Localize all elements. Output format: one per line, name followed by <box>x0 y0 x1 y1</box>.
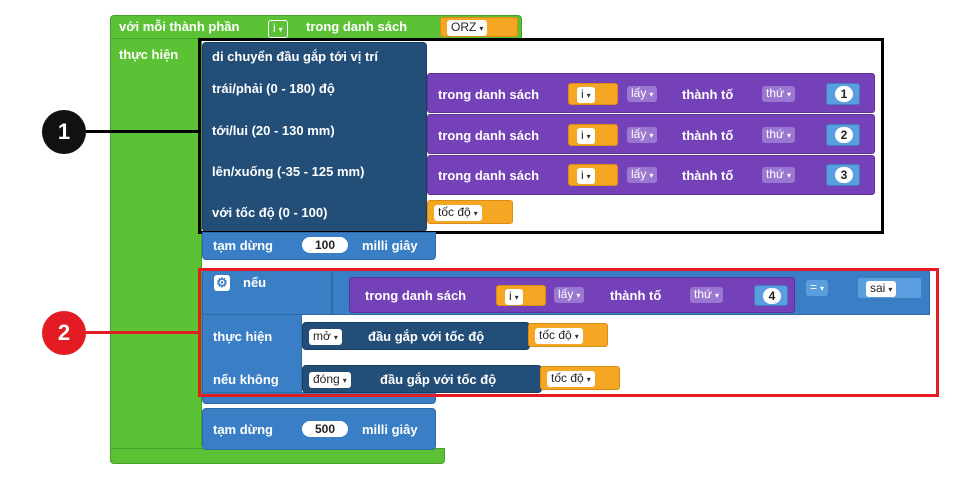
foreach-label: với mỗi thành phần <box>119 19 240 34</box>
pause1-label: tạm dừng <box>213 238 273 253</box>
pause1-unit: milli giây <box>362 238 418 253</box>
pause2-value[interactable]: 500 <box>302 421 348 437</box>
foreach-in-list-label: trong danh sách <box>306 19 408 34</box>
foreach-footer <box>110 448 445 464</box>
foreach-var-dropdown[interactable]: i ▾ <box>268 20 288 38</box>
pause2-unit: milli giây <box>362 422 418 437</box>
callout-1: 1 <box>42 110 86 154</box>
foreach-do-label: thực hiện <box>119 47 179 62</box>
callout-line-2 <box>86 331 200 334</box>
highlight-box-1 <box>198 38 884 234</box>
orz-variable-block[interactable]: ORZ ▾ <box>440 17 518 37</box>
callout-line-1 <box>86 130 200 133</box>
pause1-value[interactable]: 100 <box>302 237 348 253</box>
foreach-left-bar <box>110 38 202 462</box>
orz-dropdown[interactable]: ORZ ▾ <box>447 20 488 36</box>
pause2-label: tạm dừng <box>213 422 273 437</box>
highlight-box-2 <box>198 268 939 397</box>
callout-2: 2 <box>42 311 86 355</box>
